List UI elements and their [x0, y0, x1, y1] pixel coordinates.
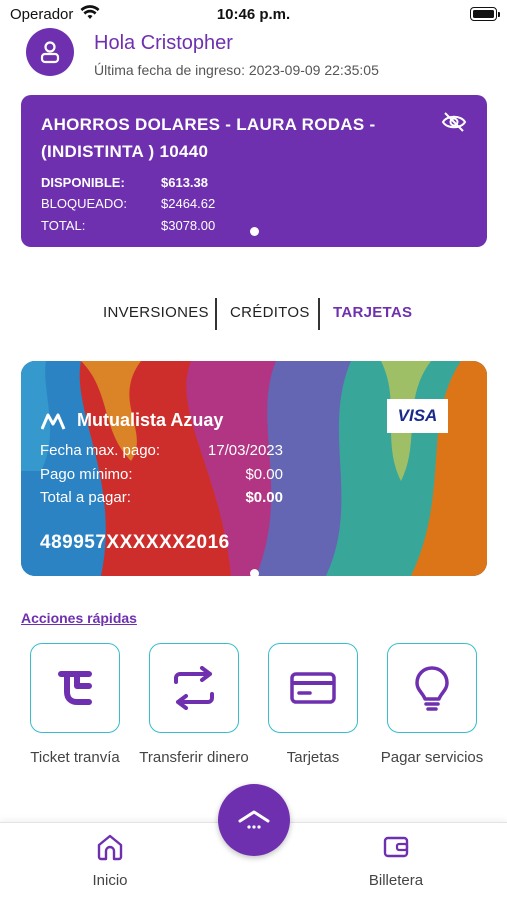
transfer-icon: [174, 666, 214, 710]
expand-menu-button[interactable]: [218, 784, 290, 856]
card-brand: Mutualista Azuay: [41, 410, 223, 431]
due-date-value: 17/03/2023: [207, 442, 283, 459]
nav-inicio[interactable]: Inicio: [60, 833, 160, 889]
total-value: $3078.00: [161, 218, 216, 233]
quick-actions-title[interactable]: Acciones rápidas: [21, 610, 137, 626]
nav-billetera-label: Billetera: [368, 872, 424, 889]
mutualista-logo-icon: [41, 413, 66, 430]
quick-action-label: Ticket tranvía: [30, 749, 120, 766]
blocked-label: BLOQUEADO:: [41, 196, 127, 211]
card-page-indicator: [250, 569, 259, 576]
total-payment-label: Total a pagar:: [40, 489, 131, 506]
chevron-up-icon: [238, 810, 270, 829]
nav-billetera[interactable]: Billetera: [346, 833, 446, 889]
quick-action-label: Pagar servicios: [380, 749, 484, 766]
greeting: Hola Cristopher: [94, 32, 233, 54]
quick-action-label: Tarjetas: [286, 749, 340, 766]
total-payment-value: $0.00: [245, 489, 283, 506]
user-icon: [40, 41, 60, 64]
blocked-row: BLOQUEADO: $2464.62: [41, 196, 215, 211]
account-name: AHORROS DOLARES - LAURA RODAS - (INDISTI…: [41, 115, 376, 161]
blocked-value: $2464.62: [161, 196, 216, 211]
quick-action-ticket-tranvia[interactable]: [30, 643, 120, 733]
battery-icon: [470, 7, 500, 21]
available-value: $613.38: [161, 175, 208, 190]
status-bar: Operador 10:46 p.m.: [0, 0, 507, 28]
tab-inversiones[interactable]: INVERSIONES: [103, 304, 209, 321]
quick-action-transferir[interactable]: [149, 643, 239, 733]
min-payment-value: $0.00: [245, 466, 283, 483]
available-row: DISPONIBLE: $613.38: [41, 175, 208, 190]
avatar[interactable]: [26, 28, 74, 76]
quick-action-tarjetas[interactable]: [268, 643, 358, 733]
account-page-indicator: [250, 227, 259, 236]
wallet-icon: [383, 836, 409, 858]
total-label: TOTAL:: [41, 218, 86, 233]
lightbulb-icon: [415, 666, 449, 711]
credit-card[interactable]: Mutualista Azuay VISA Fecha max. pago: 1…: [21, 361, 487, 576]
total-row: TOTAL: $3078.00: [41, 218, 215, 233]
clock: 10:46 p.m.: [216, 6, 291, 23]
card-number: 489957XXXXXX2016: [40, 532, 230, 553]
home-icon: [97, 834, 123, 861]
quick-action-label: Transferir dinero: [139, 749, 249, 766]
available-label: DISPONIBLE:: [41, 175, 125, 190]
tab-tarjetas[interactable]: TARJETAS: [333, 304, 412, 321]
hide-balance-icon[interactable]: [441, 111, 467, 133]
due-date-label: Fecha max. pago:: [40, 442, 161, 459]
card-brand-name: Mutualista Azuay: [77, 410, 224, 430]
product-tabs: INVERSIONES CRÉDITOS TARJETAS: [0, 298, 507, 330]
last-login-text: Última fecha de ingreso: 2023-09-09 22:3…: [94, 62, 379, 78]
credit-card-icon: [290, 672, 336, 704]
nav-inicio-label: Inicio: [92, 872, 128, 889]
tab-divider: [215, 298, 217, 330]
tab-creditos[interactable]: CRÉDITOS: [230, 304, 310, 321]
tab-divider: [318, 298, 320, 330]
quick-action-pagar-servicios[interactable]: [387, 643, 477, 733]
account-card[interactable]: AHORROS DOLARES - LAURA RODAS - (INDISTI…: [21, 95, 487, 247]
min-payment-label: Pago mínimo:: [40, 466, 133, 483]
tram-ticket-icon: [58, 671, 92, 705]
visa-logo: VISA: [387, 399, 448, 433]
